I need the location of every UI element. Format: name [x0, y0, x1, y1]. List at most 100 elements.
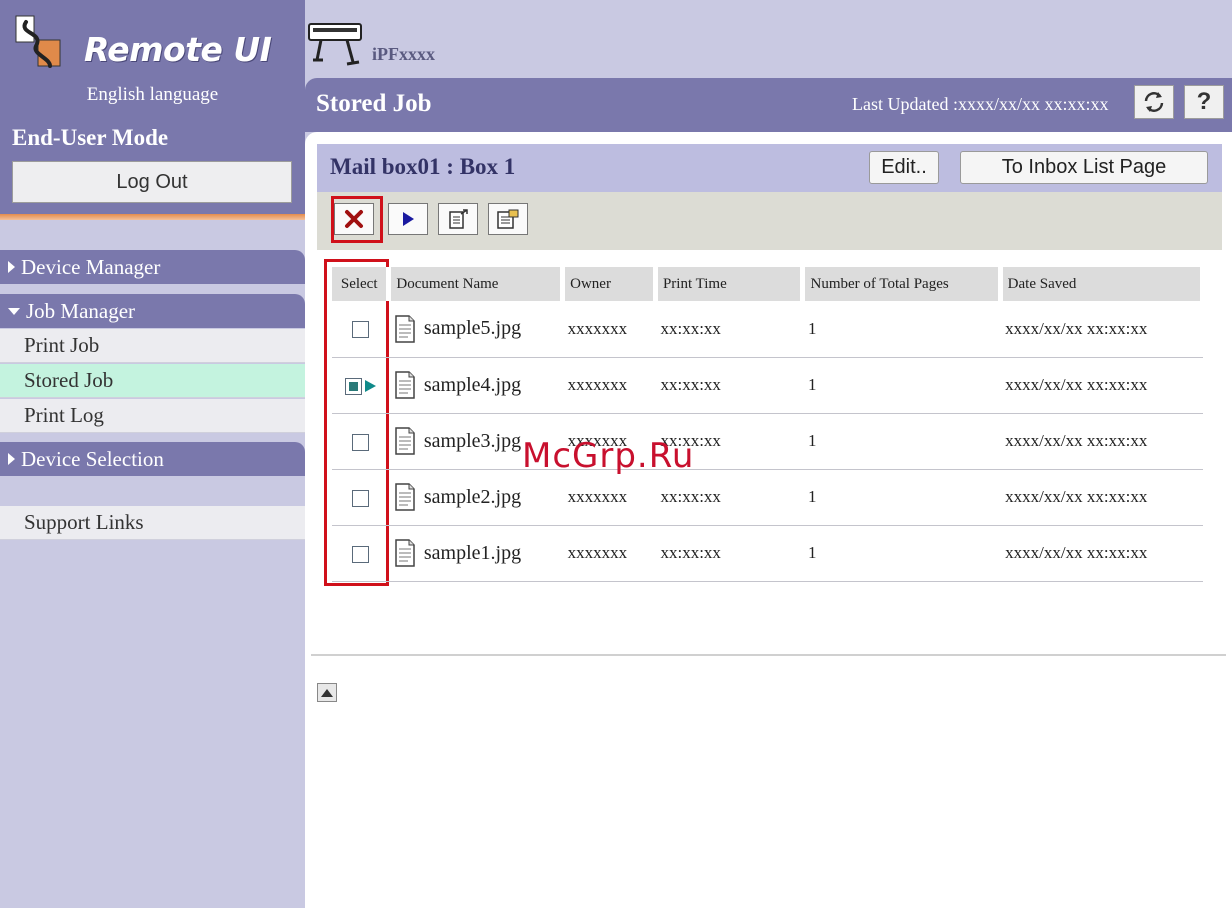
table-row[interactable]: sample4.jpg xxxxxxx xx:xx:xx 1 xxxx/xx/xx xx… — [332, 357, 1203, 414]
header-select: Select — [332, 267, 392, 301]
nav-device-manager[interactable]: Device Manager — [0, 250, 305, 284]
print-icon — [403, 212, 414, 226]
sidebar-divider — [0, 214, 305, 220]
owner-cell: xxxxxxx — [562, 525, 656, 582]
table-row[interactable]: sample2.jpg xxxxxxx xx:xx:xx 1 xxxx/xx/xx xx… — [332, 469, 1203, 526]
header-print-time[interactable]: Print Time — [655, 267, 806, 301]
inbox-list-button[interactable]: To Inbox List Page — [960, 151, 1208, 184]
logout-button[interactable]: Log Out — [12, 161, 292, 203]
nav-device-selection-label: Device Selection — [21, 446, 164, 471]
language-label[interactable]: English language — [0, 84, 305, 106]
stored-job-table: Select Document Name Owner Print Time Nu… — [332, 267, 1206, 582]
document-icon — [395, 539, 415, 567]
table-row[interactable]: sample5.jpg xxxxxxx xx:xx:xx 1 xxxx/xx/xx xx… — [332, 301, 1203, 358]
last-updated-text: Last Updated :xxxx/xx/xx xx:xx:xx — [852, 94, 1109, 114]
nav-job-manager[interactable]: Job Manager — [0, 294, 305, 328]
scroll-top-icon — [321, 688, 333, 697]
printer-name: iPFxxxx — [372, 44, 435, 64]
total-pages-cell: 1 — [802, 525, 1001, 582]
current-job-marker-icon — [364, 380, 376, 393]
box-title: Mail box01 : Box 1 — [330, 154, 516, 179]
nav-support-links[interactable]: Support Links — [0, 506, 305, 540]
printer-icon — [308, 23, 362, 66]
date-saved-cell: xxxx/xx/xx xx:xx:xx — [1000, 469, 1203, 526]
select-checkbox[interactable] — [351, 545, 369, 563]
toolbar — [317, 192, 1222, 250]
owner-cell: xxxxxxx — [562, 301, 656, 358]
print-time-cell: xx:xx:xx — [655, 301, 803, 358]
content-divider — [311, 654, 1226, 656]
table-header-row: Select Document Name Owner Print Time Nu… — [332, 267, 1206, 301]
nav-print-log[interactable]: Print Log — [0, 399, 305, 433]
properties-icon — [497, 209, 519, 229]
select-checkbox[interactable] — [344, 377, 362, 395]
nav-stored-job[interactable]: Stored Job — [0, 364, 305, 398]
sidebar-header: Remote UI English language End-User Mode… — [0, 0, 305, 214]
document-name-cell[interactable]: sample2.jpg — [388, 469, 563, 526]
table-row[interactable]: sample3.jpg xxxxxxx xx:xx:xx 1 xxxx/xx/xx xx… — [332, 413, 1203, 470]
select-checkbox[interactable] — [351, 489, 369, 507]
sidebar: Remote UI English language End-User Mode… — [0, 0, 305, 908]
remote-ui-logo-icon — [15, 15, 61, 68]
total-pages-cell: 1 — [802, 413, 1001, 470]
scroll-top-button[interactable] — [317, 683, 337, 702]
nav-print-job[interactable]: Print Job — [0, 329, 305, 363]
document-icon — [395, 427, 415, 455]
expand-arrow-icon — [8, 453, 15, 465]
content-panel: Mail box01 : Box 1 Edit.. To Inbox List … — [305, 132, 1232, 908]
document-icon — [395, 315, 415, 343]
document-name[interactable]: sample4.jpg — [424, 374, 521, 397]
table-row[interactable]: sample1.jpg xxxxxxx xx:xx:xx 1 xxxx/xx/xx xx… — [332, 525, 1203, 582]
move-icon — [449, 209, 468, 229]
box-header: Mail box01 : Box 1 Edit.. To Inbox List … — [317, 144, 1222, 192]
header-document-name[interactable]: Document Name — [388, 267, 566, 301]
app-title: Remote UI — [84, 30, 272, 69]
delete-highlight-box — [331, 196, 383, 243]
document-name[interactable]: sample5.jpg — [424, 317, 521, 340]
total-pages-cell: 1 — [802, 357, 1001, 414]
refresh-icon — [1144, 92, 1164, 112]
nav-device-selection[interactable]: Device Selection — [0, 442, 305, 476]
select-cell — [332, 469, 389, 526]
date-saved-cell: xxxx/xx/xx xx:xx:xx — [1000, 525, 1203, 582]
total-pages-cell: 1 — [802, 301, 1001, 358]
select-cell — [332, 413, 389, 470]
document-name-cell[interactable]: sample1.jpg — [388, 525, 563, 582]
document-name[interactable]: sample2.jpg — [424, 486, 521, 509]
document-name[interactable]: sample1.jpg — [424, 542, 521, 565]
total-pages-cell: 1 — [802, 469, 1001, 526]
owner-cell: xxxxxxx — [562, 469, 656, 526]
print-time-cell: xx:xx:xx — [655, 357, 803, 414]
select-checkbox[interactable] — [351, 321, 369, 339]
print-button[interactable] — [388, 203, 428, 235]
document-name[interactable]: sample3.jpg — [424, 430, 521, 453]
header-total-pages[interactable]: Number of Total Pages — [802, 267, 1003, 301]
select-cell — [332, 301, 389, 358]
owner-cell: xxxxxxx — [562, 357, 656, 414]
expand-arrow-icon — [8, 261, 15, 273]
header-date-saved[interactable]: Date Saved — [1000, 267, 1206, 301]
document-name-cell[interactable]: sample4.jpg — [388, 357, 563, 414]
nav-job-manager-label: Job Manager — [26, 298, 136, 323]
document-icon — [395, 371, 415, 399]
nav-device-manager-label: Device Manager — [21, 254, 161, 279]
move-button[interactable] — [438, 203, 478, 235]
help-button[interactable]: ? — [1184, 85, 1224, 119]
edit-button[interactable]: Edit.. — [869, 151, 939, 184]
document-name-cell[interactable]: sample5.jpg — [388, 301, 563, 358]
select-cell — [332, 357, 389, 414]
print-time-cell: xx:xx:xx — [655, 469, 803, 526]
properties-button[interactable] — [488, 203, 528, 235]
select-cell — [332, 525, 389, 582]
date-saved-cell: xxxx/xx/xx xx:xx:xx — [1000, 301, 1203, 358]
collapse-arrow-icon — [8, 307, 20, 315]
date-saved-cell: xxxx/xx/xx xx:xx:xx — [1000, 413, 1203, 470]
select-checkbox[interactable] — [351, 433, 369, 451]
document-icon — [395, 483, 415, 511]
refresh-button[interactable] — [1134, 85, 1174, 119]
top-band — [305, 0, 1232, 78]
print-time-cell: xx:xx:xx — [655, 525, 803, 582]
user-mode-label: End-User Mode — [12, 125, 169, 150]
header-owner[interactable]: Owner — [562, 267, 658, 301]
title-bar: Stored Job Last Updated :xxxx/xx/xx xx:x… — [305, 78, 1232, 132]
